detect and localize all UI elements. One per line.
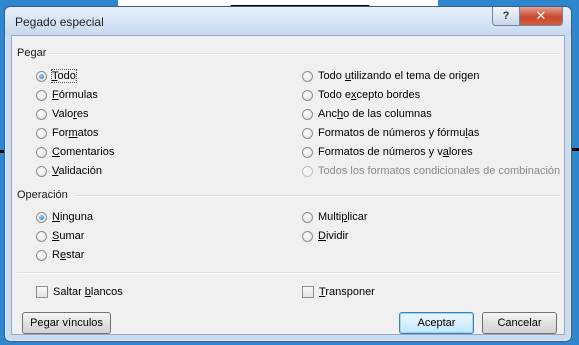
radio-icon xyxy=(302,165,313,177)
operation-group-label: Operación xyxy=(17,189,68,201)
option-label: Ancho de las columnas xyxy=(318,108,432,120)
option-label: Valores xyxy=(52,108,89,120)
radio-formatos-numeros-valores[interactable]: Formatos de números y valores xyxy=(302,146,473,158)
dialog-client-area: Pegar Todo Fórmulas Valores Formatos Com… xyxy=(11,35,565,335)
radio-icon xyxy=(302,230,313,242)
dialog-title: Pegado especial xyxy=(15,15,104,29)
paste-group-divider xyxy=(48,53,560,55)
option-label: Fórmulas xyxy=(52,89,98,101)
radio-ancho-columnas[interactable]: Ancho de las columnas xyxy=(302,108,432,120)
option-label: Formatos xyxy=(52,127,99,139)
option-label: Transponer xyxy=(319,286,375,298)
radio-icon xyxy=(302,108,313,120)
radio-icon xyxy=(36,249,47,261)
radio-icon xyxy=(302,70,313,82)
checkbox-transponer[interactable]: Transponer xyxy=(302,286,375,298)
option-label: Ninguna xyxy=(52,211,93,223)
radio-icon xyxy=(36,70,47,82)
help-button[interactable]: ? xyxy=(492,7,520,26)
radio-valores[interactable]: Valores xyxy=(36,108,89,120)
option-label: Todos los formatos condicionales de comb… xyxy=(318,165,561,177)
button-label: Pegar vínculos xyxy=(30,317,103,329)
option-label: Multiplicar xyxy=(318,211,368,223)
radio-icon xyxy=(302,146,313,158)
radio-icon xyxy=(36,127,47,139)
paste-link-button[interactable]: Pegar vínculos xyxy=(22,312,111,334)
radio-icon xyxy=(36,211,47,223)
radio-todo-excepto-bordes[interactable]: Todo excepto bordes xyxy=(302,89,420,101)
checkbox-divider xyxy=(17,272,560,274)
button-label: Cancelar xyxy=(497,317,542,329)
radio-formulas[interactable]: Fórmulas xyxy=(36,89,98,101)
button-label: Aceptar xyxy=(417,317,456,329)
radio-formatos-numeros-formulas[interactable]: Formatos de números y fórmulas xyxy=(302,127,479,139)
question-icon: ? xyxy=(502,10,510,22)
option-label: Sumar xyxy=(52,230,85,242)
radio-icon xyxy=(36,89,47,101)
radio-icon xyxy=(302,89,313,101)
radio-sumar[interactable]: Sumar xyxy=(36,230,84,242)
radio-icon xyxy=(302,127,313,139)
radio-ninguna[interactable]: Ninguna xyxy=(36,211,93,223)
radio-comentarios[interactable]: Comentarios xyxy=(36,146,114,158)
radio-formatos[interactable]: Formatos xyxy=(36,127,98,139)
paste-special-dialog: Pegado especial ? ✕ Pegar Todo Fórmulas … xyxy=(4,6,572,342)
close-icon: ✕ xyxy=(535,8,547,23)
radio-todo[interactable]: Todo xyxy=(36,69,77,83)
radio-dividir[interactable]: Dividir xyxy=(302,230,349,242)
option-label: Todo utilizando el tema de origen xyxy=(318,70,480,82)
radio-todo-tema-origen[interactable]: Todo utilizando el tema de origen xyxy=(302,70,479,82)
close-button[interactable]: ✕ xyxy=(519,7,563,26)
radio-icon xyxy=(36,146,47,158)
radio-icon xyxy=(36,230,47,242)
cancel-button[interactable]: Cancelar xyxy=(482,312,557,334)
option-label: Todo xyxy=(51,69,77,83)
radio-formatos-condicionales[interactable]: Todos los formatos condicionales de comb… xyxy=(302,165,560,177)
radio-multiplicar[interactable]: Multiplicar xyxy=(302,211,368,223)
option-label: Validación xyxy=(52,165,102,177)
radio-icon xyxy=(302,211,313,223)
option-label: Saltar blancos xyxy=(53,286,123,298)
option-label: Comentarios xyxy=(52,146,115,158)
option-label: Dividir xyxy=(318,230,349,242)
operation-group-divider xyxy=(74,195,560,197)
radio-validacion[interactable]: Validación xyxy=(36,165,102,177)
radio-icon xyxy=(36,108,47,120)
paste-group-label: Pegar xyxy=(17,47,47,59)
option-label: Formatos de números y fórmulas xyxy=(318,127,480,139)
option-label: Formatos de números y valores xyxy=(318,146,473,158)
checkbox-saltar-blancos[interactable]: Saltar blancos xyxy=(36,286,123,298)
option-label: Todo excepto bordes xyxy=(318,89,421,101)
option-label: Restar xyxy=(52,249,85,261)
radio-icon xyxy=(36,165,47,177)
checkbox-icon xyxy=(36,286,48,298)
ok-button[interactable]: Aceptar xyxy=(399,312,474,334)
title-bar: Pegado especial ? ✕ xyxy=(5,7,571,35)
radio-restar[interactable]: Restar xyxy=(36,249,84,261)
checkbox-icon xyxy=(302,286,314,298)
